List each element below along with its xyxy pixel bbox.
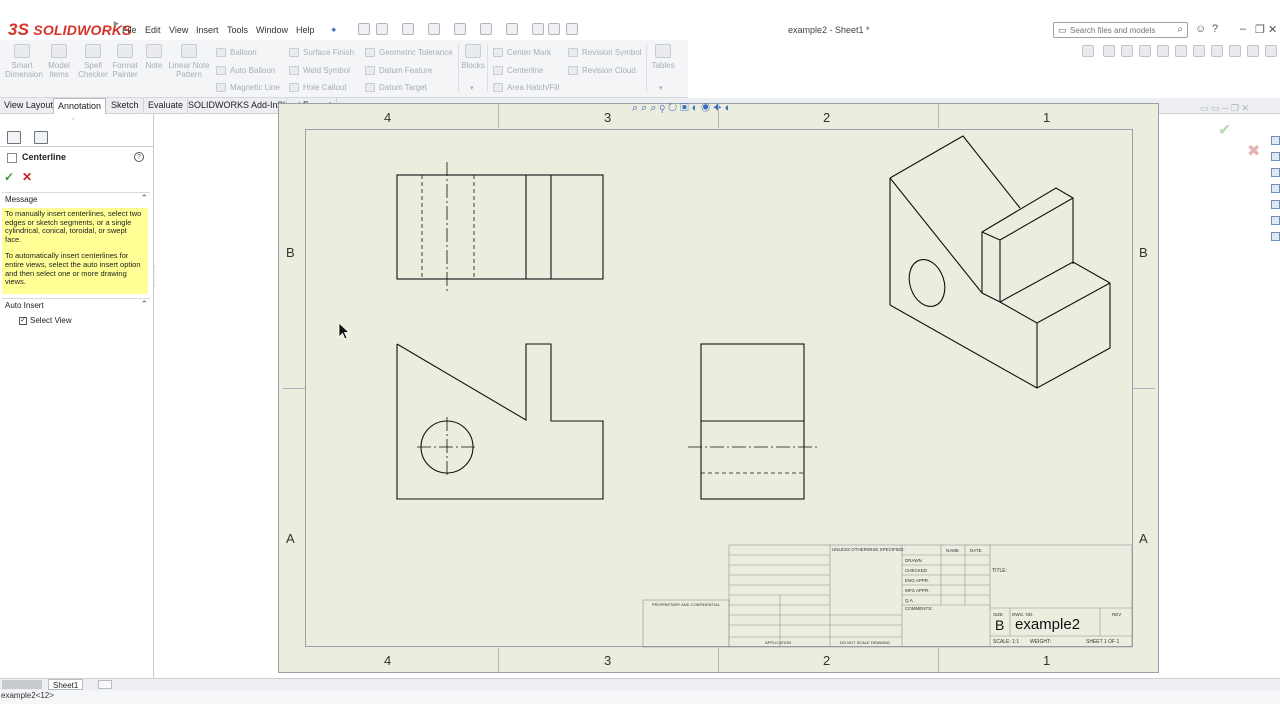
title-block-proprietary: PROPRIETARY AND CONFIDENTIAL — [652, 602, 721, 607]
title-block-date-header: DATE — [970, 548, 982, 553]
sheet-tab-sheet1[interactable]: Sheet1 — [48, 679, 84, 690]
design-library-icon[interactable] — [1271, 152, 1280, 161]
title-block-weight: WEIGHT: — [1030, 639, 1051, 645]
status-text: example2<12> — [1, 691, 54, 700]
title-block-dwg-no: example2 — [1015, 616, 1081, 633]
title-block-eng-appr: ENG APPR. — [905, 578, 930, 583]
view-palette-icon[interactable] — [1271, 184, 1280, 193]
forum-icon[interactable] — [1271, 232, 1280, 241]
sheet-tabs-bar: Sheet1 — [0, 678, 1280, 690]
title-block-size: B — [995, 617, 1005, 633]
window-controls-icon[interactable]: ▭ ▭ ─ ❐ ✕ — [1200, 103, 1249, 114]
title-block-text: UNLESS OTHERWISE SPECIFIED: — [832, 547, 905, 552]
task-pane-tabs — [1268, 130, 1280, 242]
title-block-application: APPLICATION — [765, 640, 792, 645]
mouse-cursor-icon — [338, 322, 351, 340]
custom-properties-icon[interactable] — [1271, 216, 1280, 225]
add-sheet-icon[interactable] — [98, 680, 112, 689]
title-block-sheet: SHEET 1 OF 1 — [1086, 639, 1120, 645]
confirm-cancel-icon[interactable]: ✖ — [1247, 141, 1260, 161]
title-block-comments: COMMENTS: — [905, 606, 933, 611]
title-block-scale: SCALE: 1:1 — [993, 639, 1020, 645]
file-explorer-icon[interactable] — [1271, 168, 1280, 177]
bottom-padding — [0, 704, 1280, 720]
appearances-icon[interactable] — [1271, 200, 1280, 209]
status-bar: example2<12> — [0, 690, 1280, 704]
title-block-rev-header: REV — [1112, 612, 1122, 617]
title-block-mfg-appr: MFG APPR. — [905, 588, 930, 593]
title-block-checked: CHECKED — [905, 568, 928, 573]
title-block-name-header: NAME — [946, 548, 960, 553]
sheet-nav-arrows-icon[interactable] — [2, 680, 42, 689]
title-block-drawn: DRAWN — [905, 558, 922, 563]
title-block-do-not-scale: DO NOT SCALE DRAWING — [840, 640, 891, 645]
title-block-title-label: TITLE: — [992, 568, 1008, 574]
confirm-ok-icon[interactable]: ✔ — [1218, 120, 1231, 140]
resources-icon[interactable] — [1271, 136, 1280, 145]
title-block[interactable] — [0, 0, 1280, 720]
title-block-qa: Q.A. — [905, 598, 915, 603]
